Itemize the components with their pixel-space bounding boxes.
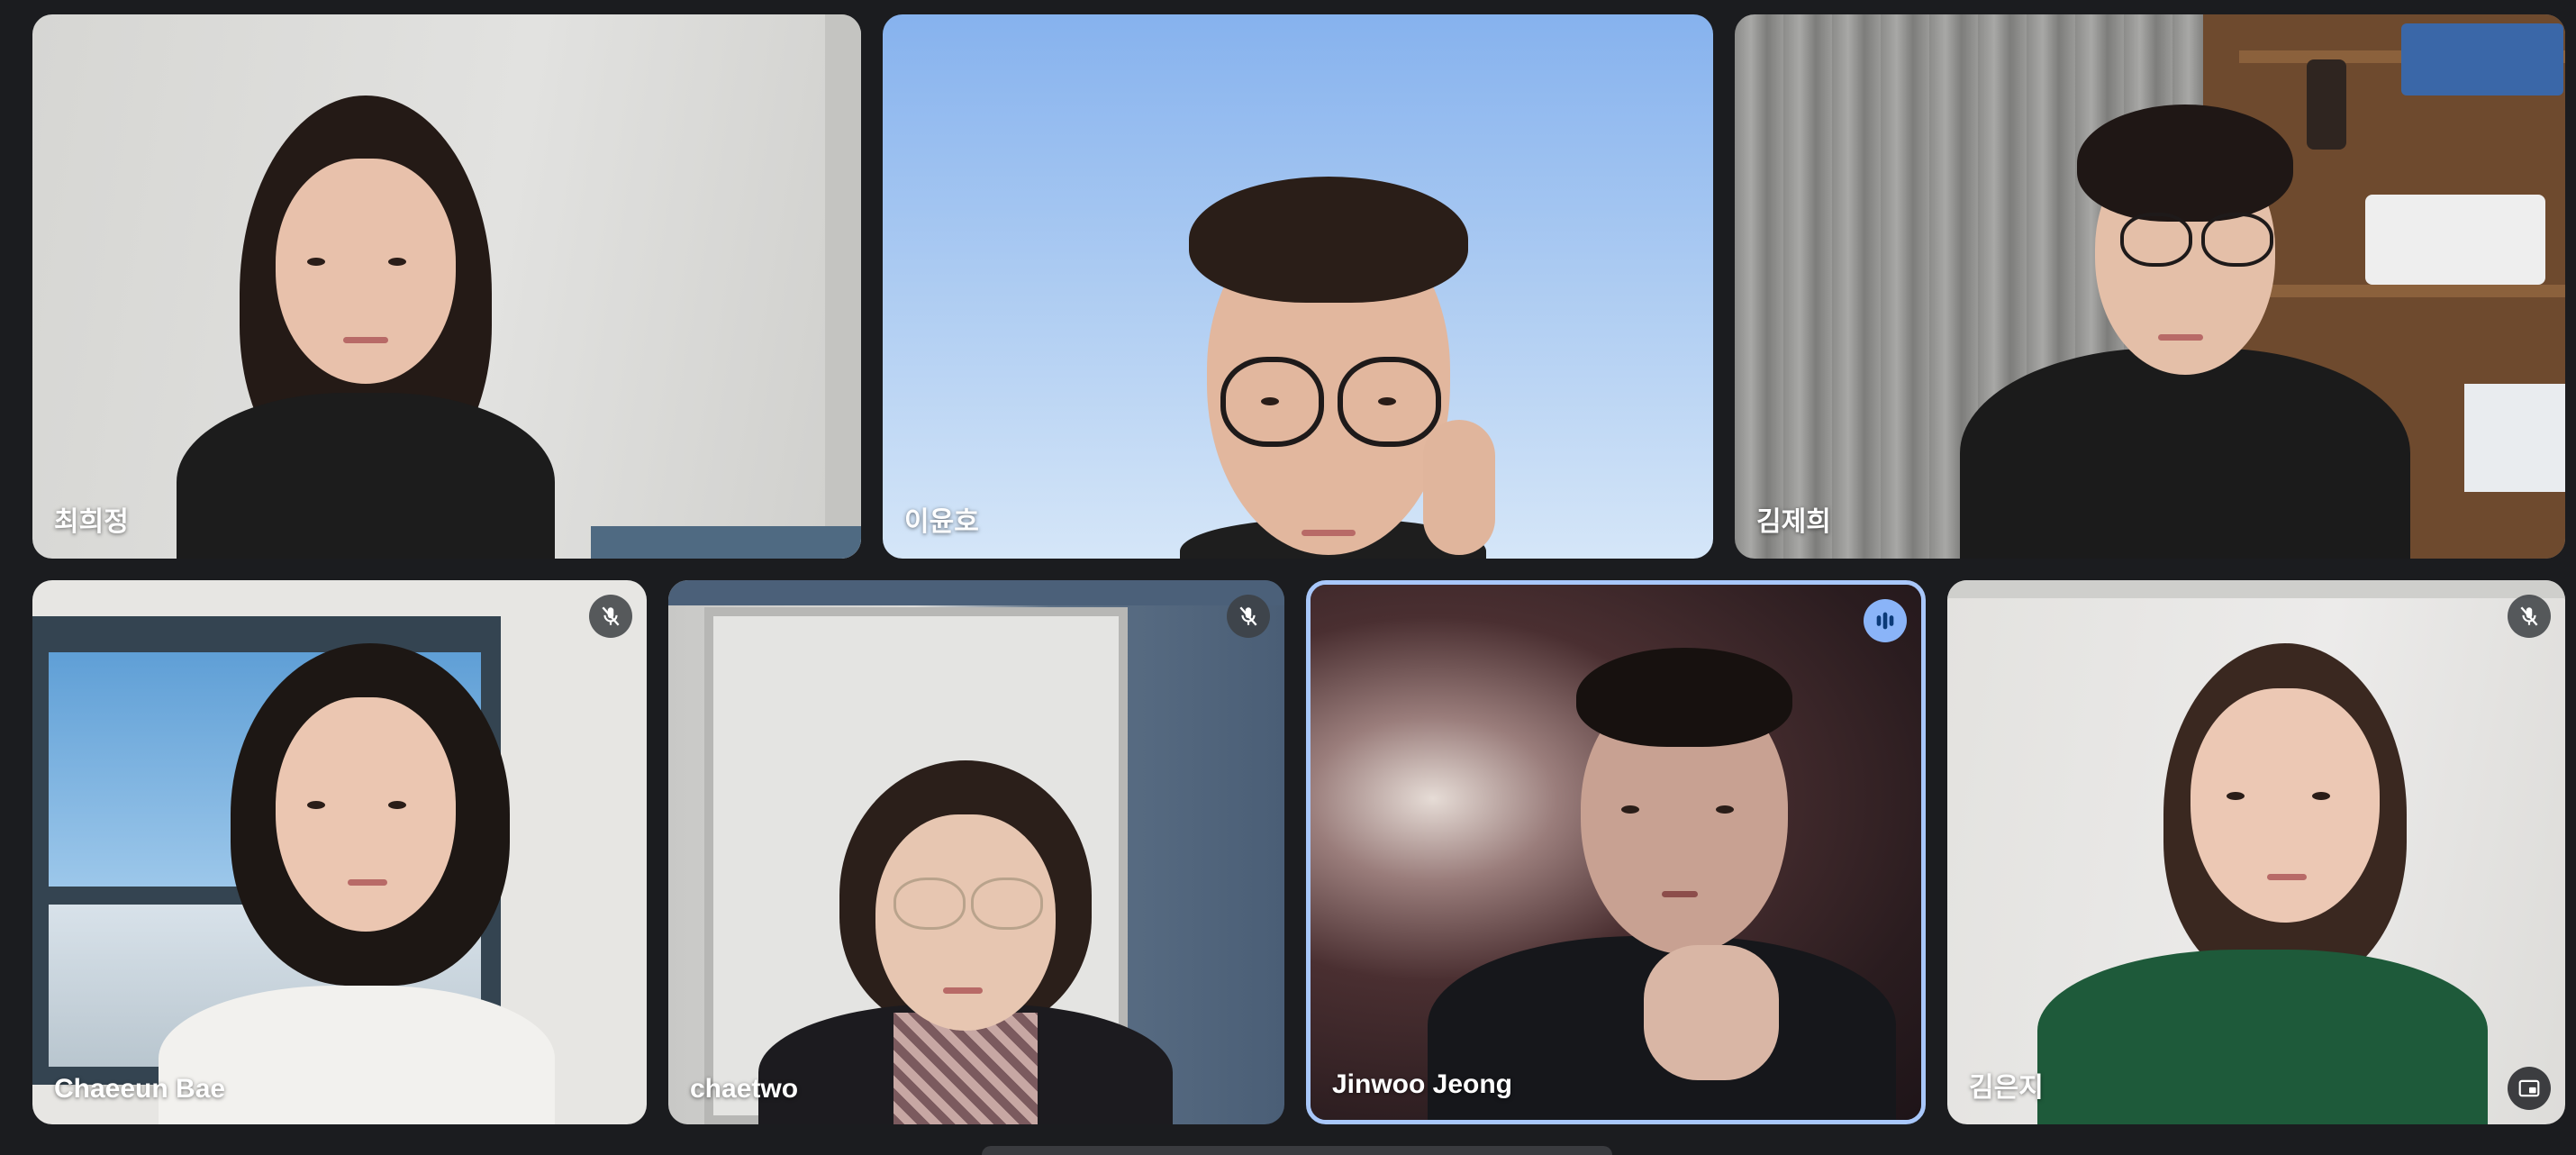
participant-name-7: 김은지 (1969, 1073, 2044, 1103)
participant-video-5 (668, 580, 1284, 1124)
mic-off-badge (2508, 595, 2551, 638)
speaking-indicator (1864, 599, 1907, 642)
participant-video-1 (32, 14, 861, 559)
picture-in-picture-button[interactable] (2508, 1067, 2551, 1110)
mic-off-icon (602, 606, 620, 626)
participant-video-2 (883, 14, 1713, 559)
participant-tile-3[interactable]: 김제희 (1735, 14, 2565, 559)
participant-tile-1[interactable]: 최희정 (32, 14, 861, 559)
participant-video-4 (32, 580, 647, 1124)
mic-off-badge (1227, 595, 1270, 638)
audio-level-icon (1876, 612, 1894, 630)
participant-name-2: 이윤호 (904, 507, 979, 537)
mic-off-icon (1239, 606, 1257, 626)
participant-figure (758, 760, 1173, 1124)
participant-video-6 (1311, 585, 1921, 1120)
participant-tile-5[interactable]: chaetwo (668, 580, 1284, 1124)
participant-name-4: Chaeeun Bae (54, 1074, 226, 1104)
participant-figure (2037, 643, 2488, 1124)
participant-figure (132, 643, 564, 1124)
participant-name-5: chaetwo (690, 1074, 799, 1104)
participant-figure (177, 95, 555, 559)
mic-off-icon (2520, 606, 2538, 626)
participant-tile-6[interactable]: Jinwoo Jeong (1306, 580, 1926, 1124)
controls-bar-handle[interactable] (982, 1146, 1612, 1155)
participant-figure (1153, 177, 1513, 559)
picture-in-picture-icon (2518, 1079, 2540, 1097)
participant-tile-2[interactable]: 이윤호 (883, 14, 1713, 559)
participant-name-6: Jinwoo Jeong (1332, 1069, 1513, 1099)
participant-video-3 (1735, 14, 2565, 559)
participant-figure (1428, 648, 1896, 1120)
participant-figure (1960, 105, 2410, 559)
participant-tile-7[interactable]: 김은지 (1947, 580, 2565, 1124)
participant-video-7 (1947, 580, 2565, 1124)
participant-tile-4[interactable]: Chaeeun Bae (32, 580, 647, 1124)
participant-name-1: 최희정 (54, 507, 129, 537)
mic-off-badge (589, 595, 632, 638)
video-grid: 최희정 이윤호 김제희 Chaeeun Bae chaetwo Jinwoo J… (0, 0, 2576, 1155)
participant-name-3: 김제희 (1756, 507, 1831, 537)
